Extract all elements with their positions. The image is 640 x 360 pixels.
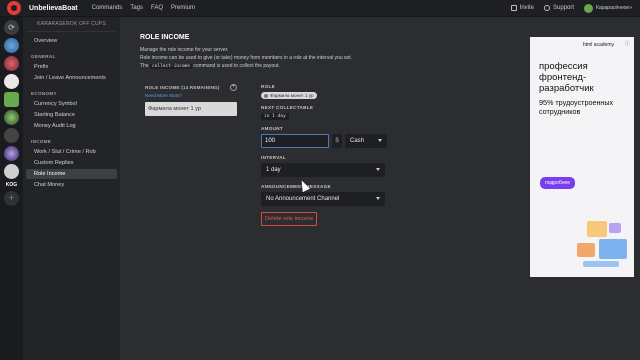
- support-label: Support: [553, 5, 575, 11]
- user-name: Карарасённое»: [596, 5, 632, 11]
- guild-title[interactable]: KARARASENOK OFF CUPS: [27, 21, 116, 32]
- advertisement[interactable]: ⓘ html academy профессия фронтенд-разраб…: [530, 37, 634, 277]
- server-icon-4[interactable]: [4, 92, 19, 107]
- user-avatar: [584, 3, 594, 13]
- sidebar-item-overview[interactable]: Overview: [26, 36, 117, 46]
- ad-subline: 95% трудоустроенных сотрудников: [539, 98, 614, 116]
- amount-input[interactable]: 100: [261, 133, 329, 148]
- sidebar-item-role-income[interactable]: Role Income: [26, 169, 117, 179]
- add-server-icon[interactable]: +: [4, 191, 19, 206]
- nav-tags[interactable]: Tags: [130, 5, 143, 11]
- amount-label: AMOUNT: [261, 125, 283, 131]
- role-income-list: ROLE INCOME (14 REMAINING) + Need More S…: [145, 84, 237, 116]
- announcement-label: ANNOUNCEMENT MESSAGE: [261, 183, 331, 189]
- invite-label: Invite: [519, 5, 535, 11]
- description-line-3: The collect-income command is used to co…: [140, 62, 380, 71]
- settings-sidebar: KARARASENOK OFF CUPS Overview GENERAL Pr…: [23, 17, 120, 360]
- role-chip[interactable]: Фармила монет 1 ур: [261, 92, 317, 99]
- top-bar: UnbelievaBoat Commands Tags FAQ Premium …: [0, 0, 640, 17]
- role-income-form: ROLE Фармила монет 1 ур NEXT COLLECTABLE…: [261, 84, 421, 226]
- interval-label: INTERVAL: [261, 154, 286, 160]
- next-collectable-label: NEXT COLLECTABLE: [261, 104, 314, 110]
- sidebar-item-money-audit-log[interactable]: Money Audit Log: [26, 121, 117, 131]
- role-color-dot: [264, 93, 268, 98]
- nav-faq[interactable]: FAQ: [151, 5, 163, 11]
- server-icon-6[interactable]: [4, 128, 19, 143]
- chevron-down-icon: [376, 197, 380, 200]
- sidebar-section-general: GENERAL: [31, 54, 56, 59]
- sidebar-item-chat-money[interactable]: Chat Money: [26, 180, 117, 190]
- support-link[interactable]: Support: [544, 5, 574, 11]
- invite-link[interactable]: Invite: [510, 5, 535, 11]
- collect-income-code: collect-income: [150, 64, 192, 69]
- refresh-icon[interactable]: ⟳: [4, 20, 19, 35]
- interval-value: 1 day: [266, 166, 281, 173]
- ad-illustration: [577, 221, 627, 267]
- amount-type-value: Cash: [350, 137, 365, 144]
- sidebar-item-join-leave[interactable]: Join / Leave Announcements: [26, 73, 117, 83]
- sidebar-section-income: INCOME: [31, 139, 52, 144]
- next-collectable-value: in 1 day: [261, 112, 289, 120]
- add-role-income-button[interactable]: +: [230, 84, 237, 91]
- top-right-actions: Invite Support Карарасённое»: [510, 3, 632, 13]
- chevron-down-icon: [378, 139, 382, 142]
- delete-role-income-button[interactable]: Delete role income: [261, 211, 318, 226]
- top-nav: Commands Tags FAQ Premium: [92, 5, 195, 11]
- ad-info-icon[interactable]: ⓘ: [625, 40, 630, 47]
- chevron-down-icon: [376, 168, 380, 171]
- announcement-value: No Announcement Channel: [266, 195, 340, 202]
- server-icon-2[interactable]: [4, 56, 19, 71]
- amount-type-select[interactable]: Cash: [345, 133, 387, 148]
- server-icon-3[interactable]: [4, 74, 19, 89]
- nav-premium[interactable]: Premium: [171, 5, 195, 11]
- description-pre: The: [140, 63, 149, 69]
- page-title: ROLE INCOME: [140, 34, 190, 41]
- sidebar-section-economy: ECONOMY: [31, 91, 57, 96]
- sidebar-item-currency-symbol[interactable]: Currency Symbol: [26, 99, 117, 109]
- user-menu[interactable]: Карарасённое»: [584, 3, 632, 13]
- announcement-select[interactable]: No Announcement Channel: [261, 191, 385, 206]
- brand-name[interactable]: UnbelievaBoat: [29, 5, 78, 12]
- server-icon-7[interactable]: [4, 146, 19, 161]
- role-income-header: ROLE INCOME Manage the role income for y…: [140, 34, 380, 71]
- ad-more-button[interactable]: подробнее: [540, 177, 576, 189]
- server-icon-5[interactable]: [4, 110, 19, 125]
- sidebar-item-work-slut-crime-rob[interactable]: Work / Slut / Crime / Rob: [26, 147, 117, 157]
- sidebar-item-starting-balance[interactable]: Starting Balance: [26, 110, 117, 120]
- description-line-2: Role income can be used to give (or take…: [140, 55, 353, 61]
- need-more-slots-link[interactable]: Need More Slots?: [145, 93, 237, 98]
- server-icon-8[interactable]: [4, 164, 19, 179]
- unbelievaboat-logo-icon[interactable]: [7, 1, 21, 15]
- sidebar-item-prefix[interactable]: Prefix: [26, 62, 117, 72]
- nav-commands[interactable]: Commands: [92, 5, 123, 11]
- role-chip-label: Фармила монет 1 ур: [270, 93, 314, 98]
- invite-icon: [510, 5, 517, 11]
- guild-abbrev[interactable]: KOG: [6, 182, 17, 188]
- support-icon: [544, 5, 551, 11]
- role-label: ROLE: [261, 84, 275, 89]
- list-header: ROLE INCOME (14 REMAINING): [145, 85, 220, 90]
- server-rail: ⟳ KOG +: [0, 17, 23, 360]
- description-line-1: Manage the role income for your server.: [140, 47, 229, 53]
- ad-headline: профессия фронтенд-разработчик: [539, 61, 594, 94]
- interval-select[interactable]: 1 day: [261, 162, 385, 177]
- description-post: command is used to collect the payout.: [193, 63, 280, 69]
- ad-logo: html academy: [582, 42, 614, 48]
- sidebar-item-custom-replies[interactable]: Custom Replies: [26, 158, 117, 168]
- server-icon-1[interactable]: [4, 38, 19, 53]
- currency-symbol: $: [332, 133, 342, 148]
- role-income-list-item[interactable]: Фармила монет 1 ур: [145, 102, 237, 116]
- amount-row: 100 $ Cash: [261, 133, 421, 148]
